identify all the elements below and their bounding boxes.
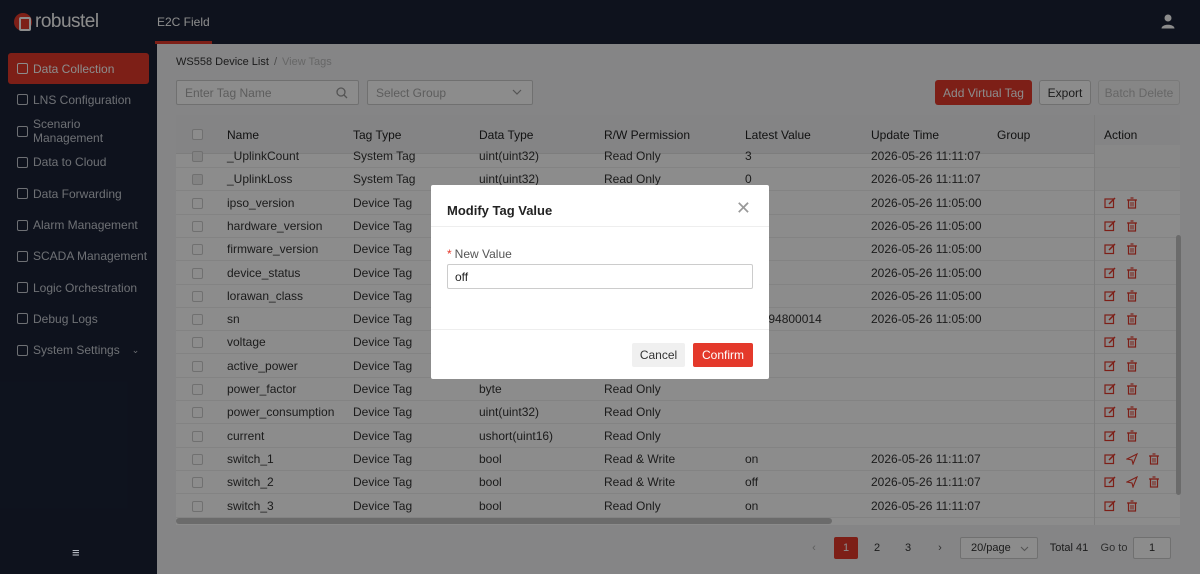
required-mark: * [447, 247, 452, 261]
dialog-title: Modify Tag Value [447, 203, 553, 218]
new-value-input[interactable]: off [447, 264, 753, 289]
close-icon[interactable]: ✕ [736, 199, 751, 217]
modify-tag-value-dialog: Modify Tag Value ✕ * New Value off Cancel… [431, 185, 769, 379]
cancel-button[interactable]: Cancel [632, 343, 685, 367]
confirm-button[interactable]: Confirm [693, 343, 753, 367]
new-value-label-text: New Value [454, 247, 512, 261]
dialog-footer-divider [431, 329, 769, 330]
dialog-divider [431, 226, 769, 227]
new-value-label: * New Value [447, 247, 512, 261]
collapse-menu-icon[interactable]: ≡ [72, 545, 80, 560]
